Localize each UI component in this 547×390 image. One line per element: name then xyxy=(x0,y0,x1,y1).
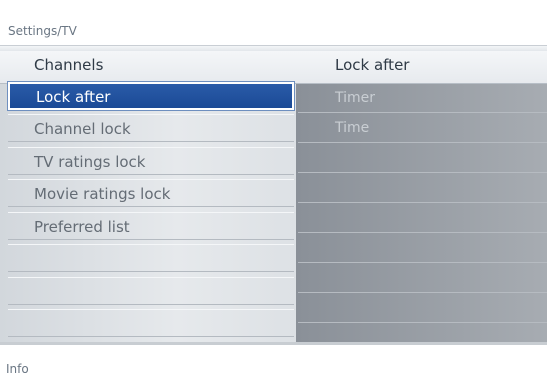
menu-area: Channels Lock after Lock after Channel l… xyxy=(0,51,547,342)
submenu-item-empty xyxy=(298,203,547,233)
menu-item-movie-ratings-lock[interactable]: Movie ratings lock xyxy=(8,179,294,207)
submenu-item-time[interactable]: Time xyxy=(298,113,547,143)
submenu-item-timer[interactable]: Timer xyxy=(298,83,547,113)
breadcrumb: Settings/TV xyxy=(8,24,77,38)
menu-item-empty xyxy=(8,277,294,305)
submenu-item-label: Timer xyxy=(335,90,376,106)
menu-item-empty xyxy=(8,244,294,272)
menu-item-label: Movie ratings lock xyxy=(34,185,171,203)
submenu-item-label: Time xyxy=(335,120,370,136)
submenu-item-empty xyxy=(298,293,547,323)
menu-item-label: Channel lock xyxy=(34,120,131,138)
channels-header: Channels xyxy=(34,56,104,74)
submenu-item-empty xyxy=(298,233,547,263)
menu-item-label: TV ratings lock xyxy=(34,153,146,171)
menu-item-preferred-list[interactable]: Preferred list xyxy=(8,212,294,240)
menu-item-empty xyxy=(8,309,294,337)
submenu-item-empty xyxy=(298,173,547,203)
bottom-divider xyxy=(0,342,547,345)
submenu-item-empty xyxy=(298,263,547,293)
submenu-item-empty xyxy=(298,143,547,173)
lock-after-header: Lock after xyxy=(335,56,410,74)
menu-item-label: Preferred list xyxy=(34,218,130,236)
menu-item-channel-lock[interactable]: Channel lock xyxy=(8,114,294,142)
menu-item-lock-after[interactable]: Lock after xyxy=(8,82,294,110)
info-label: Info xyxy=(6,362,29,376)
menu-item-label: Lock after xyxy=(36,88,111,106)
menu-item-tv-ratings-lock[interactable]: TV ratings lock xyxy=(8,147,294,175)
